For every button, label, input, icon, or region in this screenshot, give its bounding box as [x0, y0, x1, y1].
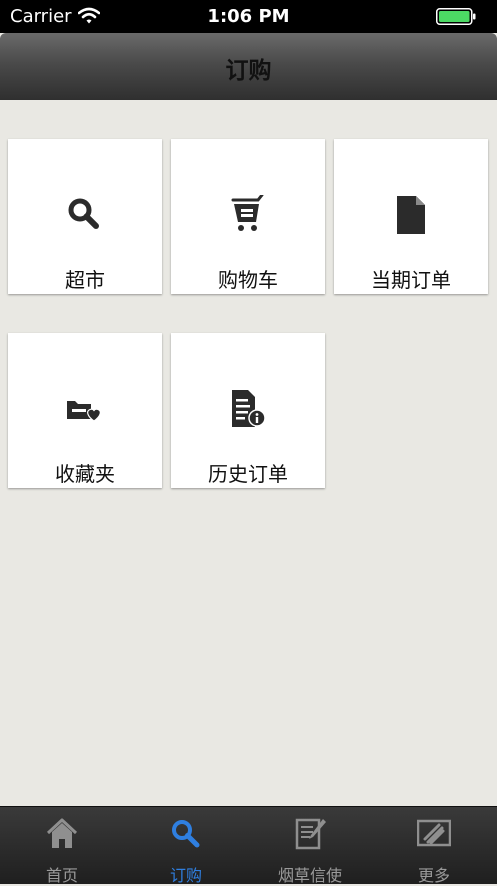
tab-label: 订购 — [169, 866, 202, 885]
document-icon — [397, 196, 425, 234]
tile-order-history[interactable]: 历史订单 — [171, 333, 325, 488]
tab-home[interactable]: 首页 — [0, 807, 124, 885]
battery-icon — [436, 8, 476, 25]
tab-order[interactable]: 订购 — [124, 807, 248, 885]
navigation-bar: 订购 — [0, 33, 497, 100]
status-bar: Carrier 1:06 PM — [0, 0, 497, 33]
tile-label: 超市 — [65, 268, 105, 292]
favorites-folder-icon — [67, 401, 101, 422]
tab-label: 更多 — [417, 866, 450, 885]
tile-label: 收藏夹 — [55, 462, 115, 486]
order-history-icon — [232, 390, 266, 427]
tile-label: 购物车 — [218, 268, 278, 292]
tile-supermarket[interactable]: 超市 — [8, 139, 162, 294]
tab-more[interactable]: 更多 — [372, 807, 496, 885]
tab-label: 首页 — [45, 866, 78, 885]
tile-favorites[interactable]: 收藏夹 — [8, 333, 162, 488]
tab-messenger[interactable]: 烟草信使 — [248, 807, 372, 885]
tab-label: 烟草信使 — [277, 866, 342, 885]
tile-label: 当期订单 — [371, 268, 451, 292]
tile-cart[interactable]: 购物车 — [171, 139, 325, 294]
tile-label: 历史订单 — [208, 462, 288, 486]
more-icon — [417, 819, 451, 847]
cart-icon — [231, 195, 264, 231]
tile-current-orders[interactable]: 当期订单 — [334, 139, 488, 294]
page-title: 订购 — [225, 58, 272, 84]
home-icon — [46, 818, 78, 848]
tab-bar: 首页 订购 烟草信使 更多 — [0, 806, 497, 885]
menu-grid: 超市 购物车 当期订单 收藏夹 历史订单 — [0, 100, 497, 806]
messenger-icon — [295, 818, 326, 850]
search-icon — [68, 198, 99, 229]
clock: 1:06 PM — [207, 6, 290, 27]
search-icon — [172, 820, 200, 848]
